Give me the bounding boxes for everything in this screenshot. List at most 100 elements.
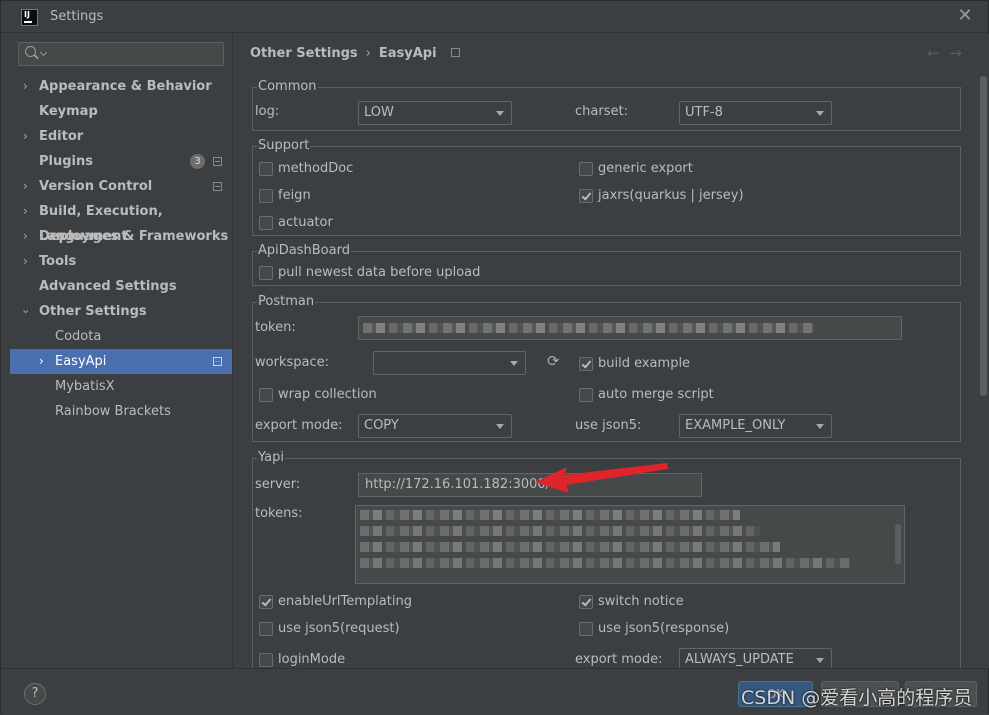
- auto-merge-checkbox[interactable]: [579, 388, 593, 402]
- common-group: Common log: LOW charset: UTF-8: [252, 79, 961, 131]
- use-json5-response-label: use json5(response): [598, 621, 730, 636]
- pull-newest-label: pull newest data before upload: [278, 265, 481, 280]
- watermark: CSDN @爱看小高的程序员: [741, 687, 973, 709]
- group-title: Yapi: [257, 450, 285, 466]
- methoddoc-label: methodDoc: [278, 161, 354, 176]
- project-scope-icon: [213, 157, 222, 166]
- apidashboard-group: ApiDashBoard pull newest data before upl…: [252, 243, 961, 286]
- sidebar-item-label: Plugins: [39, 154, 93, 169]
- settings-sidebar: › Appearance & Behavior Keymap › Editor Pl…: [1, 34, 232, 668]
- sidebar-item-editor[interactable]: › Editor: [10, 124, 232, 149]
- charset-select[interactable]: UTF-8: [679, 101, 832, 125]
- chevron-right-icon: ›: [23, 79, 28, 93]
- generic-export-checkbox[interactable]: [579, 162, 593, 176]
- token-input[interactable]: [358, 316, 902, 340]
- generic-export-label: generic export: [598, 161, 693, 176]
- sidebar-item-version-control[interactable]: › Version Control: [10, 174, 232, 199]
- sidebar-item-easyapi[interactable]: › EasyApi: [10, 349, 232, 374]
- project-scope-icon: [450, 48, 460, 57]
- postman-group: Postman token: workspace: ⟳ build exampl…: [252, 294, 961, 442]
- sidebar-item-tools[interactable]: › Tools: [10, 249, 232, 274]
- search-input[interactable]: [45, 45, 220, 63]
- sidebar-item-label: Keymap: [39, 104, 98, 119]
- yapi-export-mode-label: export mode:: [575, 652, 663, 667]
- sidebar-item-advanced[interactable]: Advanced Settings: [10, 274, 232, 299]
- login-mode-checkbox[interactable]: [259, 653, 273, 667]
- jaxrs-checkbox[interactable]: [579, 189, 593, 203]
- wrap-collection-checkbox[interactable]: [259, 388, 273, 402]
- sidebar-item-appearance[interactable]: › Appearance & Behavior: [10, 74, 232, 99]
- textarea-scrollbar[interactable]: [895, 524, 901, 564]
- server-input[interactable]: http://172.16.101.182:3000/: [358, 473, 702, 497]
- methoddoc-checkbox[interactable]: [259, 162, 273, 176]
- feign-label: feign: [278, 188, 311, 203]
- sidebar-item-build[interactable]: › Build, Execution, Deployment: [10, 199, 232, 244]
- sidebar-item-plugins[interactable]: Plugins 3: [10, 149, 232, 174]
- actuator-checkbox[interactable]: [259, 216, 273, 230]
- use-json5-request-label: use json5(request): [278, 621, 400, 636]
- group-title: ApiDashBoard: [257, 243, 351, 259]
- jaxrs-label: jaxrs(quarkus | jersey): [598, 188, 744, 203]
- pull-newest-checkbox[interactable]: [259, 266, 273, 280]
- close-icon[interactable]: ✕: [955, 6, 975, 26]
- sidebar-item-label: Rainbow Brackets: [55, 404, 171, 419]
- sidebar-item-label: EasyApi: [55, 354, 107, 369]
- token-label: token:: [255, 320, 296, 335]
- feign-checkbox[interactable]: [259, 189, 273, 203]
- settings-search[interactable]: [18, 42, 224, 66]
- sidebar-item-rainbow-brackets[interactable]: Rainbow Brackets: [10, 399, 232, 424]
- project-scope-icon: [213, 357, 222, 366]
- chevron-right-icon: ›: [23, 129, 28, 143]
- use-json5-response-checkbox[interactable]: [579, 622, 593, 636]
- vertical-scrollbar[interactable]: [978, 76, 989, 668]
- log-label: log:: [255, 104, 280, 119]
- sidebar-item-languages[interactable]: › Languages & Frameworks: [10, 224, 232, 249]
- sidebar-item-other-settings[interactable]: › Other Settings: [10, 299, 232, 324]
- sidebar-item-mybatisx[interactable]: MybatisX: [10, 374, 232, 399]
- enable-url-templating-label: enableUrlTemplating: [278, 594, 412, 609]
- chevron-right-icon: ›: [23, 229, 28, 243]
- group-title: Postman: [257, 294, 316, 310]
- sidebar-item-label: Languages & Frameworks: [39, 229, 229, 244]
- chevron-right-icon: ›: [23, 204, 28, 218]
- log-select[interactable]: LOW: [358, 101, 512, 125]
- tokens-label: tokens:: [255, 506, 303, 521]
- wrap-collection-label: wrap collection: [278, 387, 377, 402]
- export-mode-label: export mode:: [255, 418, 343, 433]
- redacted-tokens: [360, 542, 780, 552]
- scrollbar-thumb[interactable]: [980, 76, 987, 396]
- workspace-label: workspace:: [255, 355, 329, 370]
- support-group: Support methodDoc feign actuator generic…: [252, 138, 961, 236]
- enable-url-templating-checkbox[interactable]: [259, 595, 273, 609]
- use-json5-label: use json5:: [575, 418, 642, 433]
- project-scope-icon: [213, 182, 222, 191]
- sidebar-item-label: Tools: [39, 254, 77, 269]
- tokens-textarea[interactable]: [355, 505, 905, 584]
- sidebar-item-keymap[interactable]: Keymap: [10, 99, 232, 124]
- help-button[interactable]: ?: [24, 683, 46, 705]
- use-json5-request-checkbox[interactable]: [259, 622, 273, 636]
- breadcrumb-parent[interactable]: Other Settings: [250, 46, 358, 61]
- chevron-right-icon: ›: [39, 354, 44, 368]
- group-title: Common: [257, 79, 318, 95]
- build-example-checkbox[interactable]: [579, 357, 593, 371]
- intellij-logo-icon: IJ: [21, 9, 38, 26]
- sidebar-item-label: Appearance & Behavior: [39, 79, 212, 94]
- chevron-right-icon: ›: [23, 254, 28, 268]
- sidebar-item-label: Version Control: [39, 179, 153, 194]
- back-arrow-icon[interactable]: ←: [927, 44, 950, 62]
- workspace-select[interactable]: [373, 351, 526, 375]
- sidebar-item-codota[interactable]: Codota: [10, 324, 232, 349]
- build-example-label: build example: [598, 356, 691, 371]
- refresh-icon[interactable]: ⟳: [547, 352, 560, 370]
- login-mode-label: loginMode: [278, 652, 346, 667]
- group-title: Support: [257, 138, 311, 154]
- chevron-right-icon: ›: [23, 179, 28, 193]
- postman-export-mode-select[interactable]: COPY: [358, 414, 512, 438]
- switch-notice-checkbox[interactable]: [579, 595, 593, 609]
- sidebar-item-label: Other Settings: [39, 304, 147, 319]
- switch-notice-label: switch notice: [598, 594, 684, 609]
- use-json5-select[interactable]: EXAMPLE_ONLY: [679, 414, 832, 438]
- sidebar-item-label: Editor: [39, 129, 84, 144]
- forward-arrow-icon[interactable]: →: [949, 44, 972, 62]
